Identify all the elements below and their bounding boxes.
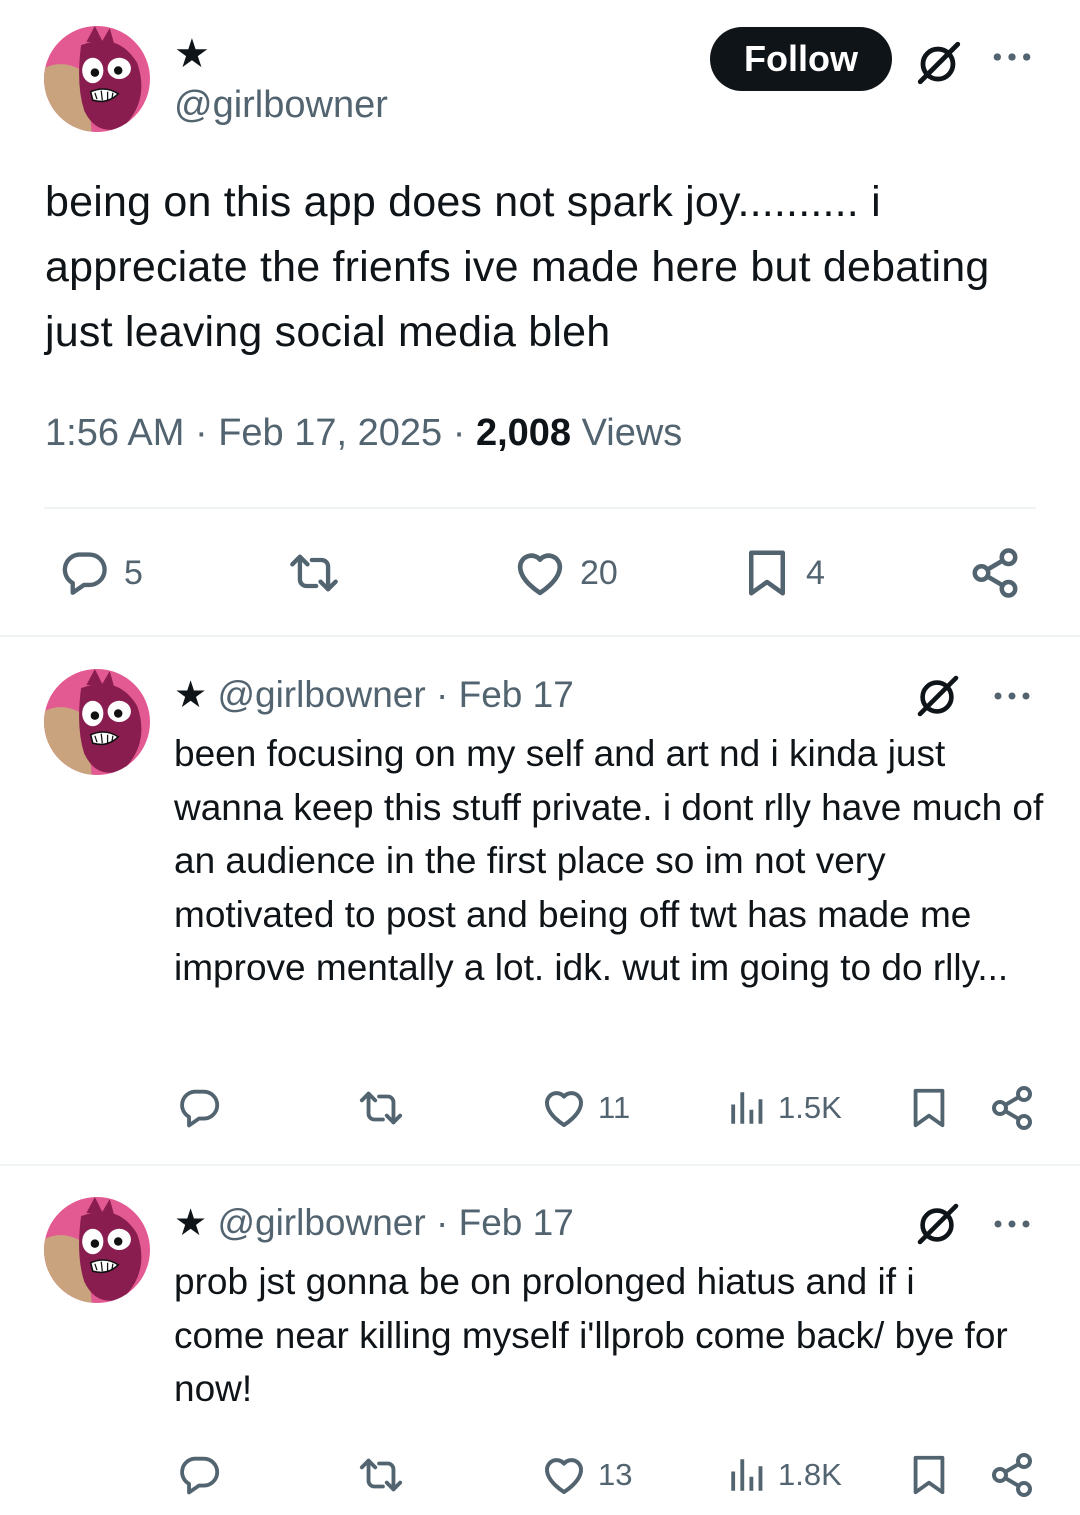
reply-count: 5 [124,553,143,592]
handle[interactable]: @girlbowner [217,674,425,715]
tweet-time[interactable]: 1:56 AM [45,412,184,454]
meta-separator: · [436,1202,449,1243]
avatar-image [44,26,150,132]
like-count: 13 [598,1457,633,1492]
tweet-text: being on this app does not spark joy....… [45,178,990,356]
views-button[interactable]: 1.8K [726,1452,842,1498]
share-icon [968,546,1022,600]
more-icon[interactable] [990,1210,1034,1238]
reply-header: ★ @girlbowner · Feb 17 [174,672,574,718]
retweet-icon [286,547,342,599]
reply-button[interactable] [176,1452,222,1498]
share-icon [988,1451,1036,1499]
divider [0,635,1080,637]
display-name[interactable]: ★ [174,674,207,715]
grok-icon[interactable] [914,1200,962,1248]
retweet-button[interactable] [356,1452,406,1498]
like-button[interactable]: 13 [540,1450,632,1500]
views-count: 1.8K [778,1457,842,1492]
views-count: 1.5K [778,1090,842,1125]
follow-button[interactable]: Follow [710,27,892,91]
like-icon [540,1083,588,1133]
reply-button[interactable]: 5 [58,547,143,599]
avatar-image [44,669,150,775]
tweet-date[interactable]: Feb 17, 2025 [218,412,442,454]
display-name[interactable]: ★ [174,32,210,76]
like-icon [540,1450,588,1500]
handle[interactable]: @girlbowner [174,84,388,126]
retweet-icon [356,1085,406,1131]
views-label: Views [581,412,683,454]
reply-icon [176,1452,222,1498]
meta-separator: · [452,412,466,454]
like-count: 20 [580,553,618,592]
share-icon [988,1084,1036,1132]
tweet-meta: 1:56 AM · Feb 17, 2025 · 2,008 Views [45,410,682,456]
bookmark-button[interactable] [906,1083,952,1133]
avatar-image [44,1197,150,1303]
bookmark-button[interactable] [906,1450,952,1500]
share-button[interactable] [988,1083,1036,1133]
bookmark-icon [906,1450,952,1500]
divider [44,507,1036,509]
like-count: 11 [598,1090,631,1125]
meta-separator: · [436,674,449,715]
retweet-icon [356,1452,406,1498]
display-name[interactable]: ★ [174,1202,207,1243]
bookmark-icon [740,545,794,601]
share-button[interactable] [968,545,1022,601]
avatar[interactable] [44,26,150,132]
reply-date[interactable]: Feb 17 [459,1202,574,1243]
reply-button[interactable] [176,1085,222,1131]
share-button[interactable] [988,1450,1036,1500]
bookmark-button[interactable]: 4 [740,545,825,601]
more-icon[interactable] [990,682,1034,710]
bookmark-icon [906,1083,952,1133]
like-icon [512,545,568,601]
grok-icon[interactable] [914,38,964,88]
meta-separator: · [194,412,208,454]
views-button[interactable]: 1.5K [726,1085,842,1131]
like-button[interactable]: 20 [512,545,618,601]
reply-header: ★ @girlbowner · Feb 17 [174,1200,574,1246]
reply-text: been focusing on my self and art nd i ki… [174,733,1044,988]
reply-icon [176,1085,222,1131]
reply-text: prob jst gonna be on prolonged hiatus an… [174,1261,1008,1409]
handle[interactable]: @girlbowner [217,1202,425,1243]
retweet-button[interactable] [356,1085,406,1131]
divider [0,1164,1080,1166]
views-icon [726,1087,768,1129]
like-button[interactable]: 11 [540,1083,630,1133]
avatar[interactable] [44,1197,150,1303]
bookmark-count: 4 [806,553,825,592]
retweet-button[interactable] [286,547,342,599]
more-icon[interactable] [990,42,1034,72]
reply-date[interactable]: Feb 17 [459,674,574,715]
grok-icon[interactable] [914,672,962,720]
views-count[interactable]: 2,008 [476,412,571,454]
avatar[interactable] [44,669,150,775]
reply-icon [58,547,110,599]
views-icon [726,1454,768,1496]
